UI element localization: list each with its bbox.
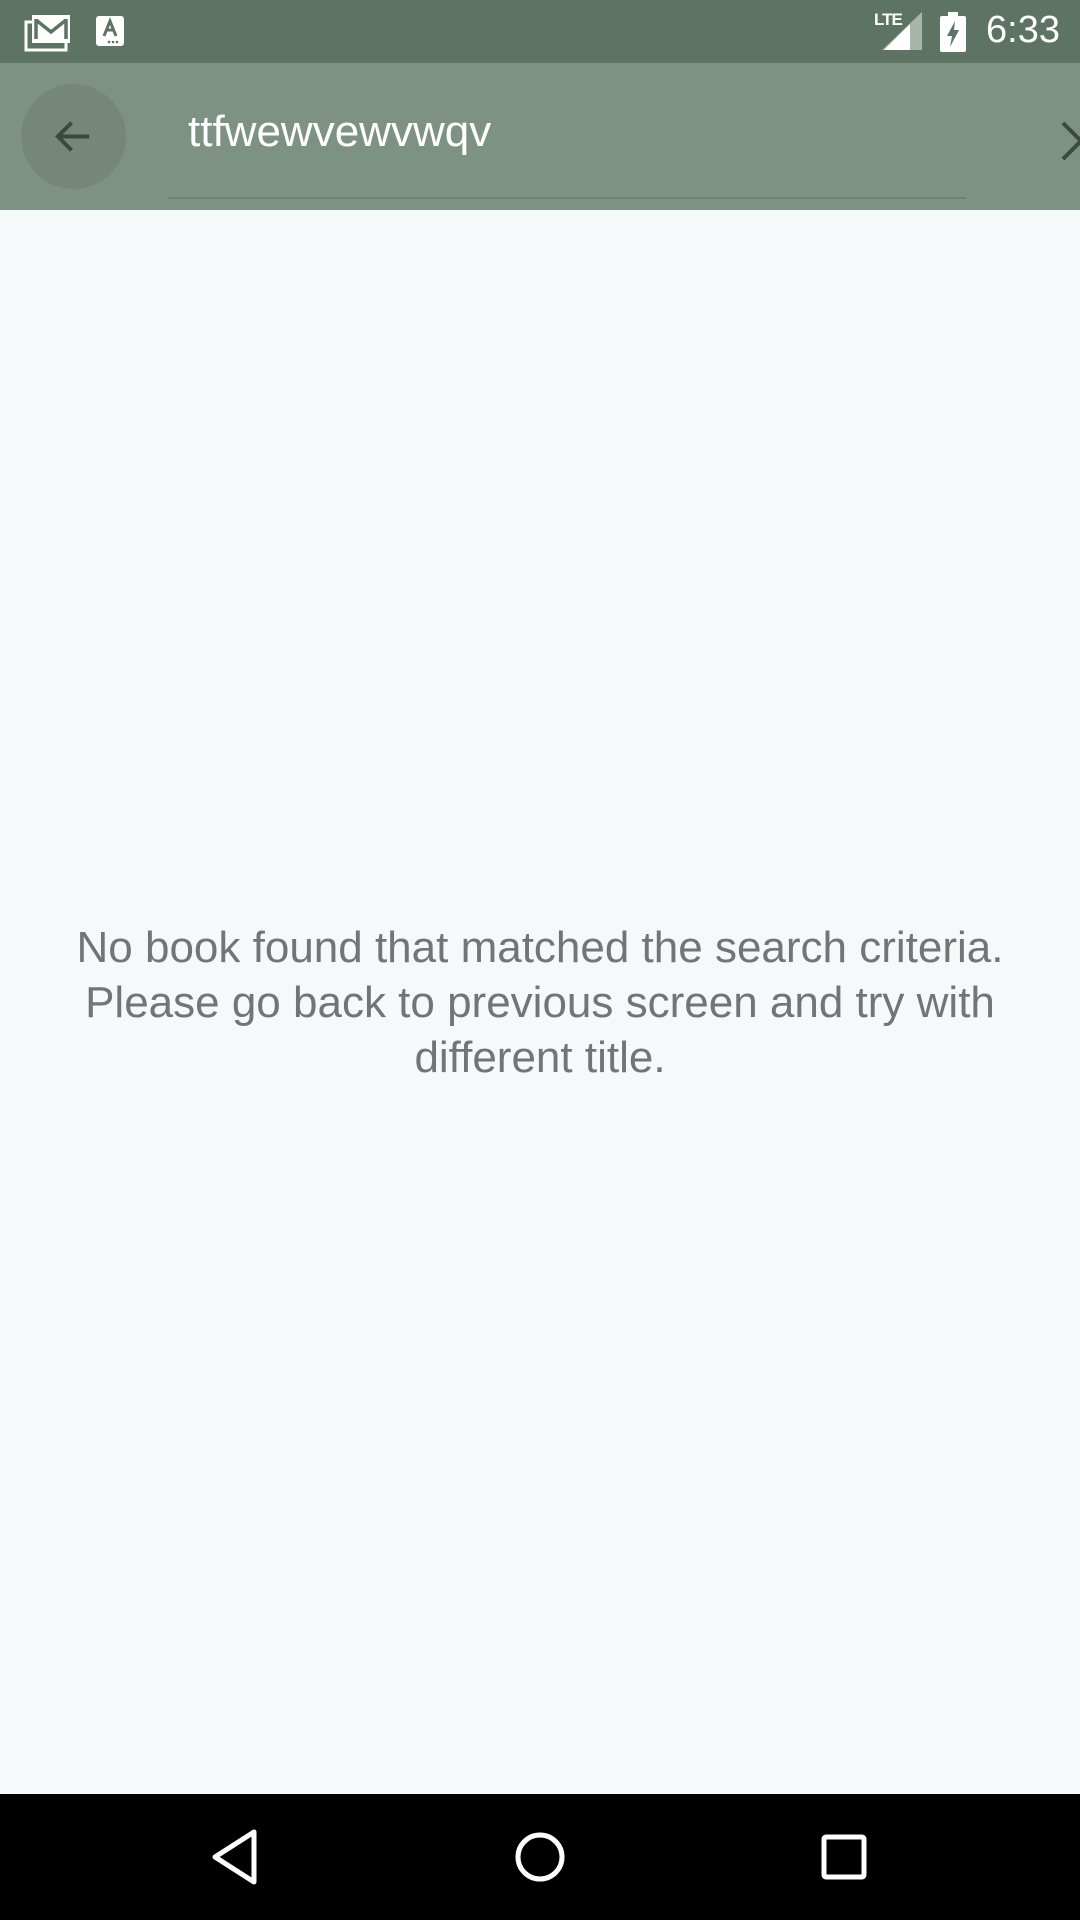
status-bar: LTE 6:33 — [0, 0, 1080, 63]
back-button[interactable] — [21, 84, 126, 189]
clear-search-button[interactable] — [1041, 101, 1080, 181]
font-a-icon — [96, 16, 124, 46]
square-recents-icon[interactable] — [809, 1822, 879, 1892]
arrow-back-icon — [55, 121, 90, 152]
gmail-icon — [24, 15, 70, 52]
clock: 6:33 — [986, 9, 1060, 51]
circle-home-icon[interactable] — [505, 1822, 575, 1892]
search-input[interactable] — [188, 107, 868, 157]
search-field[interactable] — [168, 63, 1080, 199]
close-icon — [1061, 121, 1080, 161]
screen: LTE 6:33 No book found that matched — [0, 0, 1080, 1920]
triangle-back-icon[interactable] — [201, 1822, 271, 1892]
system-nav-bar — [0, 1794, 1080, 1920]
battery-charging-icon — [940, 12, 966, 52]
empty-state-message: No book found that matched the search cr… — [76, 923, 1004, 1082]
signal-icon — [882, 12, 922, 50]
search-app-bar — [0, 63, 1080, 210]
